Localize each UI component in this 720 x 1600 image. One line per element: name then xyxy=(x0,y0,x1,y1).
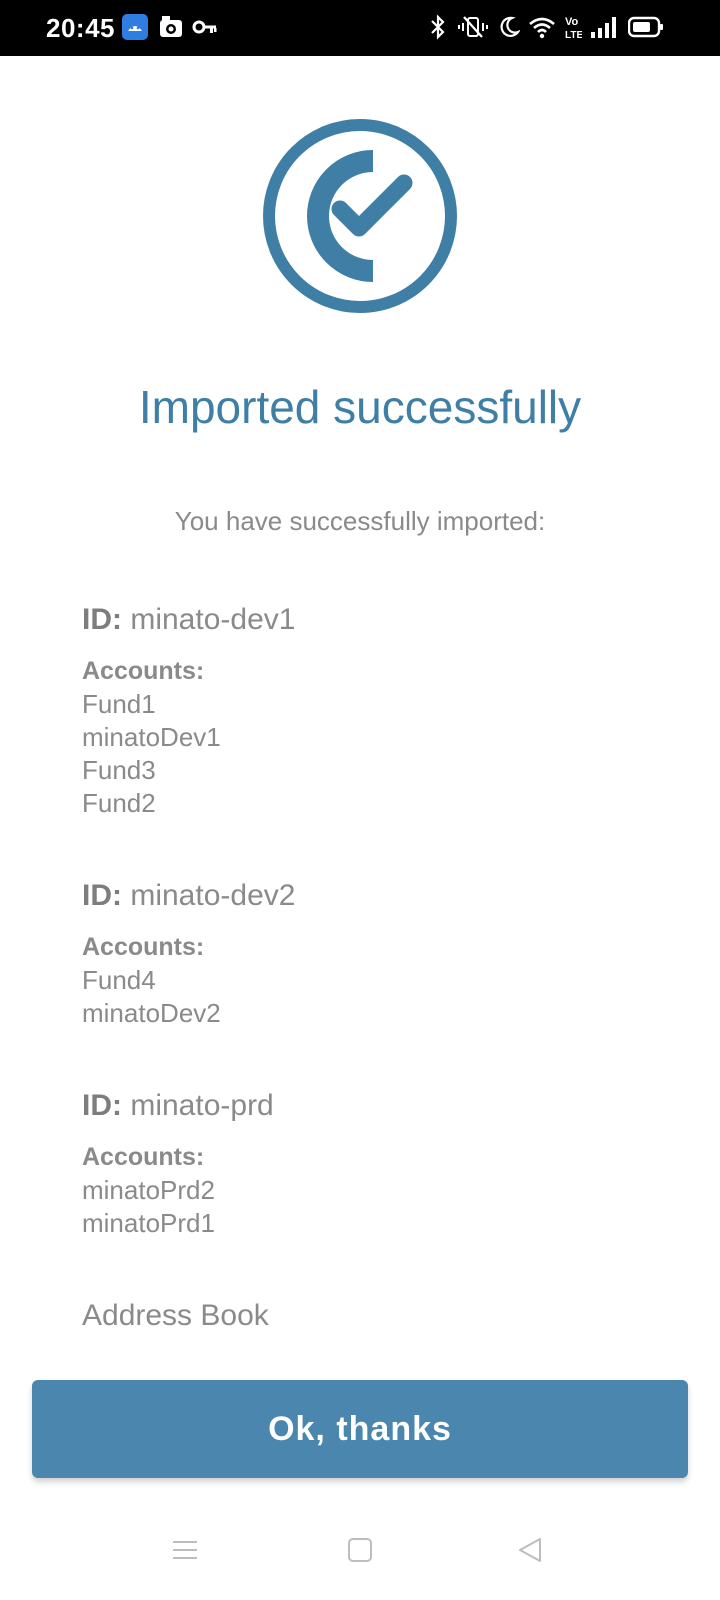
id-value: minato-prd xyxy=(130,1089,274,1122)
account-item: minatoDev2 xyxy=(82,998,221,1028)
account-item: minatoDev1 xyxy=(82,722,221,752)
volte-icon: Vo LTE xyxy=(564,12,582,42)
id-label: ID: xyxy=(82,1089,122,1122)
navigation-bar xyxy=(0,1500,720,1600)
accounts-label: Accounts: xyxy=(82,657,205,685)
imported-entry: ID: minato-dev2 Accounts: Fund4 minatoDe… xyxy=(82,876,642,1030)
svg-text:Vo: Vo xyxy=(565,16,579,28)
entry-id: ID: minato-prd xyxy=(82,1086,642,1126)
account-item: minatoPrd1 xyxy=(82,1208,215,1238)
accounts-label: Accounts: xyxy=(82,1143,205,1171)
accounts-label: Accounts: xyxy=(82,933,205,961)
vibrate-off-icon xyxy=(458,12,488,42)
id-value: minato-dev1 xyxy=(130,603,296,636)
account-item: Fund3 xyxy=(82,755,156,785)
imported-list[interactable]: ID: minato-dev1 Accounts: Fund1 minatoDe… xyxy=(82,600,642,1500)
android-app-icon xyxy=(122,12,148,42)
bluetooth-icon xyxy=(428,12,448,42)
back-triangle-icon[interactable] xyxy=(508,1528,552,1572)
success-check-icon xyxy=(258,114,462,318)
address-book-title: Address Book xyxy=(82,1299,269,1332)
id-label: ID: xyxy=(82,879,122,912)
id-label: ID: xyxy=(82,603,122,636)
do-not-disturb-moon-icon xyxy=(498,12,520,42)
account-item: Fund4 xyxy=(82,965,156,995)
home-square-icon[interactable] xyxy=(338,1528,382,1572)
entry-id: ID: minato-dev1 xyxy=(82,600,642,640)
entry-id: ID: minato-dev2 xyxy=(82,876,642,916)
camera-app-icon xyxy=(158,12,184,42)
ok-thanks-button[interactable]: Ok, thanks xyxy=(32,1380,688,1478)
wifi-icon xyxy=(528,12,556,42)
status-bar: 20:45 Vo LTE xyxy=(0,0,720,56)
account-item: minatoPrd2 xyxy=(82,1175,215,1205)
imported-entry: ID: minato-prd Accounts: minatoPrd2 mina… xyxy=(82,1086,642,1240)
svg-text:LTE: LTE xyxy=(565,30,582,41)
account-item: Fund2 xyxy=(82,788,156,818)
page-title: Imported successfully xyxy=(138,381,582,433)
vpn-key-icon xyxy=(192,12,218,42)
id-value: minato-dev2 xyxy=(130,879,296,912)
account-item: Fund1 xyxy=(82,689,156,719)
page-subtitle: You have successfully imported: xyxy=(174,506,546,536)
status-time: 20:45 xyxy=(46,13,115,43)
signal-icon xyxy=(590,12,618,42)
battery-icon xyxy=(628,12,664,42)
imported-entry: ID: minato-dev1 Accounts: Fund1 minatoDe… xyxy=(82,600,642,820)
menu-icon[interactable] xyxy=(163,1528,207,1572)
